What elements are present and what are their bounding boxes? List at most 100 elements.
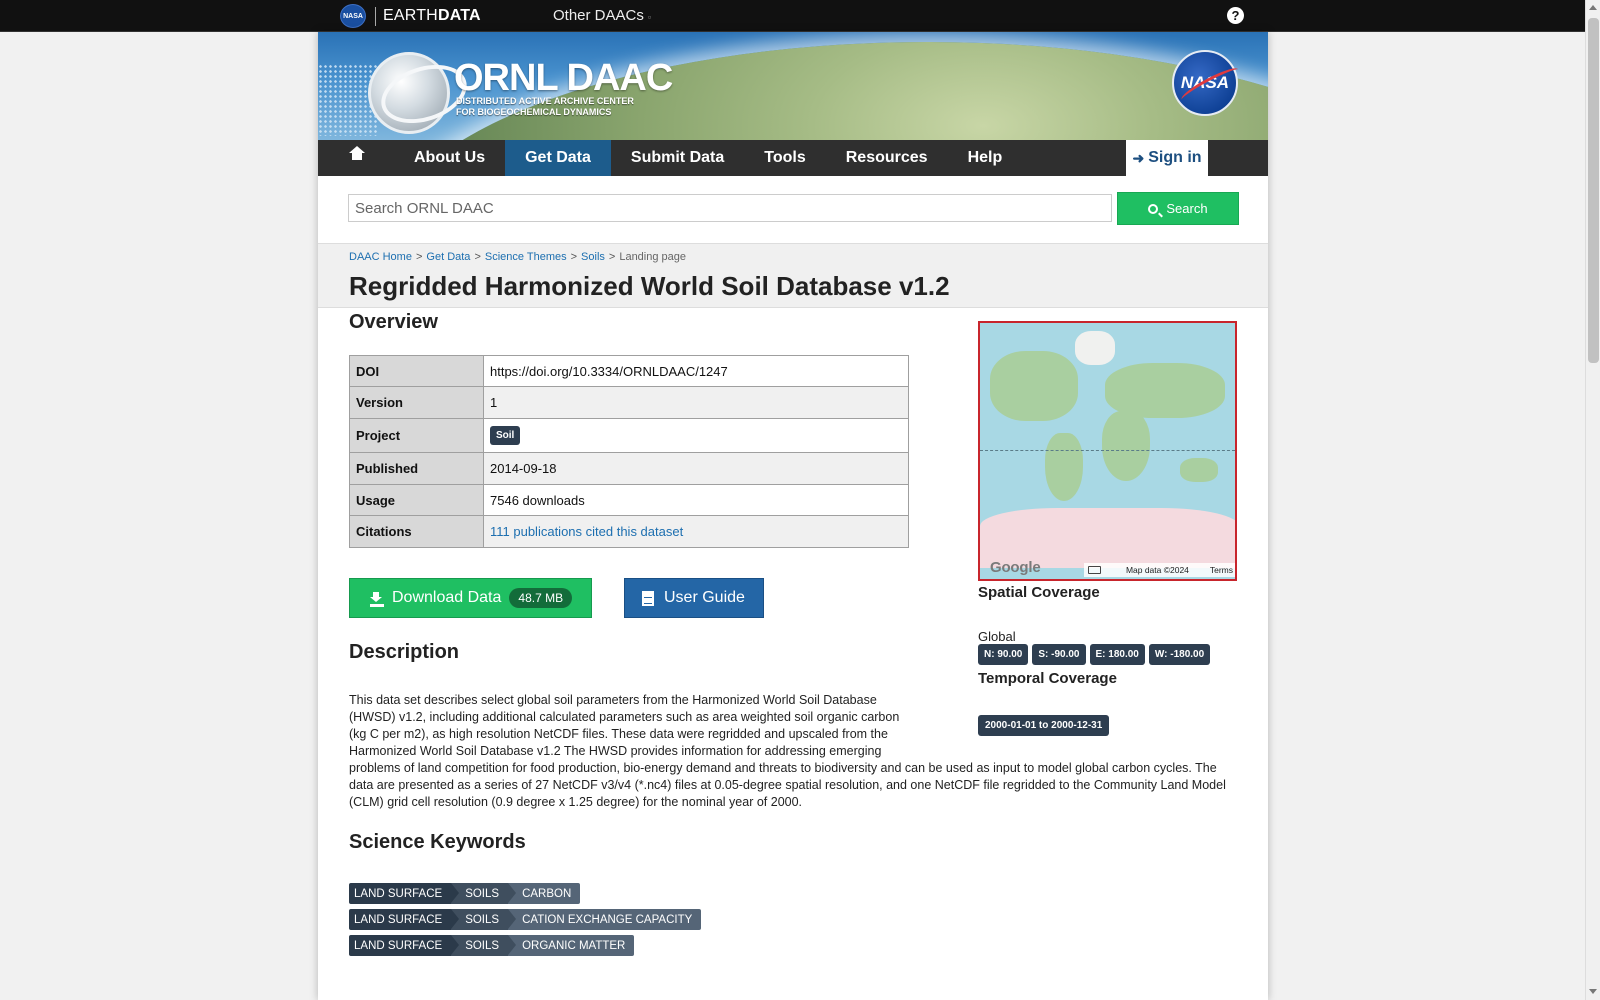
user-guide-button[interactable]: User Guide	[624, 578, 764, 618]
map-terms-link[interactable]: Terms	[1210, 565, 1233, 575]
breadcrumb-get-data[interactable]: Get Data	[426, 251, 470, 263]
nav-home[interactable]	[318, 140, 394, 176]
earthdata-brand-light: EARTH	[383, 7, 438, 24]
banner-subtitle: DISTRIBUTED ACTIVE ARCHIVE CENTER FOR BI…	[456, 96, 634, 118]
sign-in-label: Sign in	[1148, 149, 1202, 166]
keyboard-icon[interactable]	[1088, 566, 1101, 574]
description-heading: Description	[349, 641, 460, 663]
main-nav: About Us Get Data Submit Data Tools Reso…	[318, 140, 1268, 176]
search-button-label: Search	[1166, 201, 1208, 216]
download-icon-base	[370, 604, 384, 607]
breadcrumb-science-themes[interactable]: Science Themes	[485, 251, 567, 263]
citations-key: Citations	[349, 515, 484, 548]
project-badge[interactable]: Soil	[490, 426, 521, 445]
other-daacs-label: Other DAACs	[553, 7, 644, 24]
nasa-logo-icon[interactable]: NASA	[340, 4, 366, 28]
nav-about-us[interactable]: About Us	[394, 140, 505, 176]
sign-in-icon: ➜	[1132, 149, 1145, 166]
divider	[375, 7, 376, 26]
home-icon	[349, 146, 365, 164]
nav-tools[interactable]: Tools	[744, 140, 825, 176]
earthdata-link[interactable]: EARTHDATA	[383, 7, 481, 25]
map-attribution[interactable]: Map data ©2024	[1126, 565, 1189, 575]
keyword-topic[interactable]: LAND SURFACE	[349, 909, 460, 930]
version-value: 1	[483, 386, 909, 419]
other-daacs-dropdown[interactable]: Other DAACs ▫	[553, 7, 651, 24]
nav-resources[interactable]: Resources	[826, 140, 948, 176]
keyword-row: LAND SURFACE SOILS CARBON	[349, 883, 701, 904]
table-row: Usage 7546 downloads	[349, 484, 909, 516]
keyword-list: LAND SURFACE SOILS CARBON LAND SURFACE S…	[349, 883, 702, 961]
table-row: Version 1	[349, 386, 909, 419]
ornl-daac-banner[interactable]: ORNL DAAC DISTRIBUTED ACTIVE ARCHIVE CEN…	[318, 32, 1268, 140]
download-data-button[interactable]: Download Data 48.7 MB	[349, 578, 592, 618]
version-key: Version	[349, 386, 484, 419]
keyword-row: LAND SURFACE SOILS CATION EXCHANGE CAPAC…	[349, 909, 702, 930]
australia-shape	[1180, 458, 1218, 482]
search-button[interactable]: Search	[1117, 192, 1239, 225]
breadcrumb-daac-home[interactable]: DAAC Home	[349, 251, 412, 263]
temporal-coverage-heading: Temporal Coverage	[978, 670, 1117, 687]
keyword-topic[interactable]: LAND SURFACE	[349, 883, 460, 904]
keyword-variable[interactable]: CARBON	[508, 883, 581, 904]
search-input[interactable]	[348, 194, 1112, 222]
spatial-coverage-heading: Spatial Coverage	[978, 584, 1100, 601]
document-icon	[642, 590, 654, 606]
keyword-variable[interactable]: ORGANIC MATTER	[508, 935, 635, 956]
download-icon	[370, 592, 382, 604]
table-row: Published 2014-09-18	[349, 452, 909, 485]
south-badge: S: -90.00	[1032, 644, 1086, 665]
map-attribution-bar: Map data ©2024 Terms	[1084, 563, 1235, 577]
keyword-term[interactable]: SOILS	[451, 909, 516, 930]
south-america-shape	[1045, 433, 1083, 501]
google-logo[interactable]: Google	[990, 559, 1041, 576]
help-icon[interactable]: ?	[1227, 7, 1244, 24]
nav-get-data[interactable]: Get Data	[505, 140, 611, 176]
breadcrumb-soils[interactable]: Soils	[581, 251, 605, 263]
download-size-badge: 48.7 MB	[509, 588, 573, 608]
greenland-shape	[1075, 331, 1115, 365]
nav-help[interactable]: Help	[948, 140, 1023, 176]
scroll-thumb[interactable]	[1588, 18, 1599, 363]
page-title: Regridded Harmonized World Soil Database…	[349, 271, 950, 301]
project-key: Project	[349, 418, 484, 453]
download-label: Download Data	[392, 589, 502, 606]
keyword-variable[interactable]: CATION EXCHANGE CAPACITY	[508, 909, 702, 930]
breadcrumb-current: Landing page	[619, 251, 687, 263]
user-guide-label: User Guide	[664, 589, 745, 606]
overview-table: DOI https://doi.org/10.3334/ORNLDAAC/124…	[349, 355, 909, 548]
description-text-block: This data set describes select global so…	[349, 692, 1229, 811]
nav-submit-data[interactable]: Submit Data	[611, 140, 744, 176]
overview-heading: Overview	[349, 311, 438, 333]
keyword-term[interactable]: SOILS	[451, 883, 516, 904]
africa-shape	[1102, 411, 1150, 481]
west-badge: W: -180.00	[1148, 644, 1211, 665]
scroll-up-arrow-icon[interactable]	[1589, 5, 1597, 10]
table-row: DOI https://doi.org/10.3334/ORNLDAAC/124…	[349, 355, 909, 387]
scroll-down-arrow-icon[interactable]	[1589, 989, 1597, 994]
published-value: 2014-09-18	[483, 452, 909, 485]
keyword-term[interactable]: SOILS	[451, 935, 516, 956]
east-badge: E: 180.00	[1089, 644, 1145, 665]
banner-subtitle-line1: DISTRIBUTED ACTIVE ARCHIVE CENTER	[456, 96, 634, 106]
table-row: Citations 111 publications cited this da…	[349, 515, 909, 548]
earthdata-brand-bold: DATA	[437, 7, 481, 24]
search-bar: Search	[318, 176, 1268, 244]
sign-in-button[interactable]: ➜ Sign in	[1126, 140, 1208, 176]
breadcrumb-separator: >	[608, 251, 616, 263]
page-scrollbar[interactable]	[1585, 0, 1600, 1000]
title-band: DAAC Home > Get Data > Science Themes > Soils >…	[318, 244, 1268, 308]
doi-value[interactable]: https://doi.org/10.3334/ORNLDAAC/1247	[483, 355, 909, 387]
eurasia-shape	[1105, 363, 1225, 418]
banner-subtitle-line2: FOR BIOGEOCHEMICAL DYNAMICS	[456, 107, 612, 117]
temporal-range-badge: 2000-01-01 to 2000-12-31	[978, 715, 1110, 736]
published-key: Published	[349, 452, 484, 485]
coverage-map[interactable]: Google Map data ©2024 Terms	[978, 321, 1237, 581]
doi-key: DOI	[349, 355, 484, 387]
keyword-topic[interactable]: LAND SURFACE	[349, 935, 460, 956]
banner-title: ORNL DAAC	[454, 57, 673, 99]
page-container: ORNL DAAC DISTRIBUTED ACTIVE ARCHIVE CEN…	[318, 32, 1268, 1000]
nasa-meatball-icon[interactable]: NASA	[1172, 50, 1238, 116]
coordinate-badges: N: 90.00 S: -90.00 E: 180.00 W: -180.00	[978, 644, 1211, 665]
citations-link[interactable]: 111 publications cited this dataset	[490, 524, 683, 539]
